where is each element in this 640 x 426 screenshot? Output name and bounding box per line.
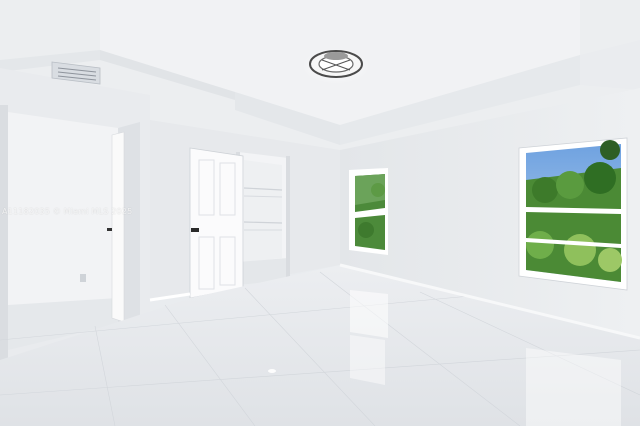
window-large	[518, 137, 628, 291]
open-door	[189, 147, 244, 299]
watermark: A11182035 © Miami MLS 2025	[2, 207, 133, 216]
window-small	[349, 168, 388, 255]
door-handle	[191, 228, 199, 232]
walk-in-closet	[236, 152, 290, 286]
ceiling-light-fixture	[302, 48, 370, 84]
